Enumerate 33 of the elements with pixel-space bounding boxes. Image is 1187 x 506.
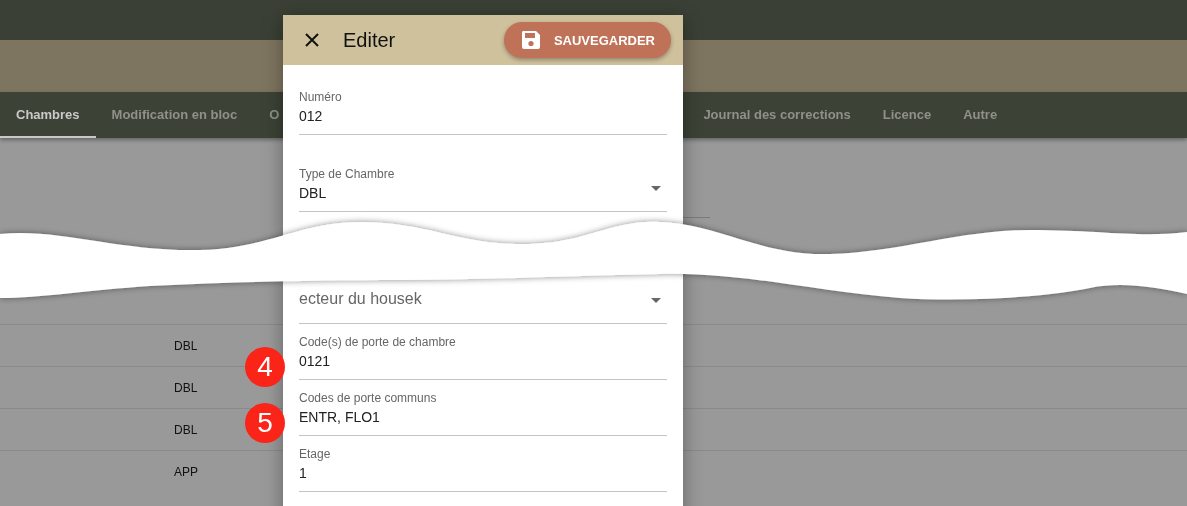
step-badge: 5 [245, 403, 285, 443]
dropdown-arrow-icon [651, 298, 661, 303]
table-cell: DBL [174, 380, 198, 395]
table-cell: DBL [174, 422, 198, 437]
tab[interactable]: Chambres [0, 92, 96, 138]
table-cell: DBL [174, 338, 198, 353]
field-label: Numéro [299, 90, 342, 104]
save-button[interactable]: SAUVEGARDER [503, 22, 671, 58]
field-value: 1 [299, 465, 307, 481]
select-field[interactable]: ecteur du housek [299, 288, 667, 324]
field-label: Code(s) de porte de chambre [299, 335, 456, 349]
tab[interactable]: Licence [866, 92, 948, 138]
table-cell: APP [174, 464, 198, 479]
input-field[interactable]: Codes de porte communs ENTR, FLO1 [299, 380, 667, 436]
field-value: 0121 [299, 353, 331, 369]
field-value: ENTR, FLO1 [299, 409, 380, 425]
field-value: 012 [299, 108, 323, 124]
step-badge: 4 [245, 347, 285, 387]
field-label: Etage [299, 447, 331, 461]
tab[interactable]: Autre [947, 92, 1014, 138]
dialog-title: Editer [343, 28, 397, 52]
input-field[interactable]: Numéro 012 [299, 79, 667, 135]
tab[interactable]: Modification en bloc [95, 92, 254, 138]
select-field[interactable]: Type de Chambre DBL [299, 156, 667, 212]
field-value: DBL [299, 185, 327, 201]
input-field[interactable]: Etage 1 [299, 436, 667, 492]
close-icon[interactable] [305, 33, 319, 47]
input-field[interactable]: Code(s) de porte de chambre 0121 [299, 324, 667, 380]
field-placeholder: ecteur du housek [299, 290, 422, 308]
tab[interactable]: Journal des corrections [687, 92, 867, 138]
field-label: Codes de porte communs [299, 391, 437, 405]
dropdown-arrow-icon [651, 186, 661, 191]
field-label: Type de Chambre [299, 167, 395, 181]
